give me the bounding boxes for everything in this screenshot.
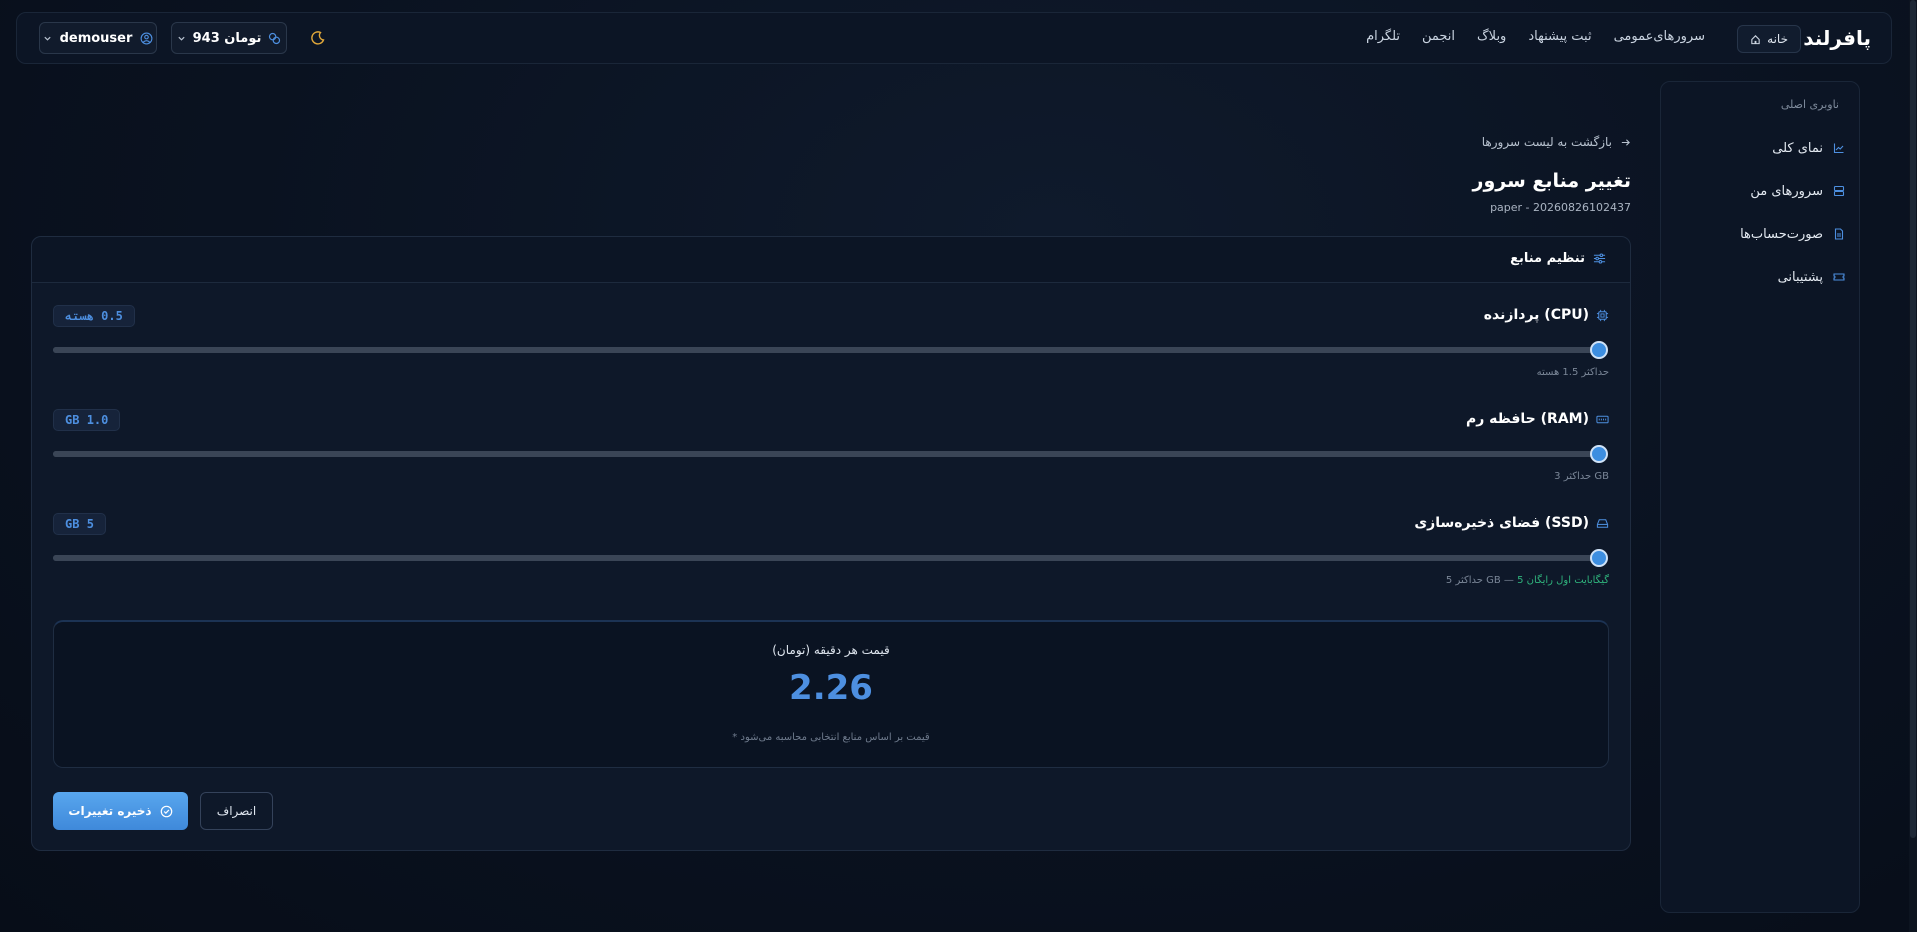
ssd-label: فضای ذخیره‌سازی (SSD) [1414, 515, 1609, 531]
back-link-label: بازگشت به لیست سرورها [1481, 135, 1612, 149]
sidebar-item-support[interactable]: پشتیبانی [1778, 266, 1845, 288]
home-icon [1750, 34, 1761, 45]
chart-line-icon [1833, 142, 1845, 154]
cancel-button[interactable]: انصراف [200, 792, 273, 830]
memory-icon [1596, 413, 1609, 426]
sidebar: ناوبری اصلی نمای کلی سرورهای من صورت‌حسا… [1660, 81, 1860, 913]
price-note: * قیمت بر اساس منابع انتخابی محاسبه می‌ش… [732, 732, 930, 743]
price-value: 2.26 [789, 668, 873, 708]
nav-forum[interactable]: انجمن [1422, 29, 1455, 44]
ram-slider-thumb[interactable] [1590, 445, 1608, 463]
ram-max-hint: حداکثر 3 GB [1554, 471, 1609, 482]
moon-icon[interactable] [310, 30, 328, 48]
slider-fill [53, 555, 1599, 561]
sidebar-item-label: پشتیبانی [1777, 269, 1823, 285]
ram-label: حافظه رم (RAM) [1466, 411, 1609, 427]
card-title-text: تنظیم منابع [1510, 251, 1585, 266]
slider-fill [53, 347, 1599, 353]
ram-value-badge: 1.0 GB [53, 409, 121, 431]
top-header: پافرلند خانه سرورهای‌عمومی ثبت پیشنهاد و… [16, 12, 1892, 64]
cpu-value-badge: 0.5 هسته [53, 305, 135, 327]
home-label: خانه [1767, 32, 1788, 46]
resources-card: تنظیم منابع پردازنده (CPU) 0.5 هسته حداک… [31, 236, 1631, 851]
storage-icon [1596, 517, 1609, 530]
document-icon [1833, 228, 1845, 240]
back-to-servers-link[interactable]: بازگشت به لیست سرورها [1482, 135, 1631, 149]
sidebar-item-label: صورت‌حساب‌ها [1740, 226, 1823, 242]
ssd-slider-thumb[interactable] [1590, 549, 1608, 567]
top-nav: سرورهای‌عمومی ثبت پیشنهاد وبلاگ انجمن تل… [1366, 29, 1705, 44]
page-scrollbar-thumb[interactable] [1910, 0, 1916, 838]
cpu-label: پردازنده (CPU) [1484, 307, 1609, 323]
ssd-max-hint: حداکثر 5 GB — 5 گیگابایت اول رایگان [1446, 575, 1609, 586]
ssd-max-text: حداکثر 5 GB — [1445, 575, 1518, 586]
ssd-slider[interactable] [53, 549, 1608, 567]
cpu-max-hint: حداکثر 1.5 هسته [1536, 367, 1609, 378]
arrow-right-icon [1620, 137, 1631, 148]
sliders-icon [1593, 252, 1606, 265]
sidebar-item-invoices[interactable]: صورت‌حساب‌ها [1740, 223, 1845, 245]
sidebar-title: ناوبری اصلی [1780, 98, 1839, 111]
card-title: تنظیم منابع [1510, 251, 1606, 266]
ram-slider[interactable] [53, 445, 1608, 463]
server-icon [1833, 185, 1845, 197]
cpu-slider[interactable] [53, 341, 1608, 359]
nav-submit-suggestion[interactable]: ثبت پیشنهاد [1528, 29, 1591, 44]
home-button[interactable]: خانه [1737, 25, 1801, 53]
cpu-slider-thumb[interactable] [1590, 341, 1608, 359]
ram-label-text: حافظه رم (RAM) [1465, 411, 1589, 427]
save-label: ذخیره تغییرات [68, 804, 152, 818]
price-panel: قیمت هر دقیقه (تومان) 2.26 * قیمت بر اسا… [53, 620, 1609, 768]
credit-dropdown[interactable]: 943 تومان [171, 22, 287, 54]
price-label: قیمت هر دقیقه (تومان) [772, 643, 890, 657]
sidebar-item-overview[interactable]: نمای کلی [1772, 137, 1845, 159]
server-identifier: paper - 20260826102437 [1490, 201, 1631, 214]
cpu-icon [1596, 309, 1609, 322]
free-storage-note: 5 گیگابایت اول رایگان [1517, 575, 1609, 586]
site-logo[interactable]: پافرلند [1803, 26, 1871, 50]
slider-fill [53, 451, 1599, 457]
sidebar-item-label: سرورهای من [1750, 183, 1823, 199]
credit-amount: 943 تومان [192, 30, 262, 46]
check-circle-icon [160, 805, 173, 818]
nav-public-servers[interactable]: سرورهای‌عمومی [1614, 29, 1705, 44]
save-changes-button[interactable]: ذخیره تغییرات [53, 792, 188, 830]
ticket-icon [1833, 271, 1845, 283]
card-header: تنظیم منابع [32, 237, 1630, 283]
user-circle-icon [140, 32, 153, 45]
coins-icon [268, 32, 281, 45]
cpu-label-text: پردازنده (CPU) [1483, 307, 1589, 323]
user-menu-button[interactable]: demouser [39, 22, 157, 54]
chevron-down-icon [177, 34, 186, 43]
page-title: تغییر منابع سرور [1472, 170, 1631, 192]
nav-telegram[interactable]: تلگرام [1366, 29, 1400, 44]
nav-blog[interactable]: وبلاگ [1477, 29, 1506, 44]
sidebar-item-label: نمای کلی [1772, 140, 1823, 156]
username: demouser [59, 30, 133, 46]
ssd-label-text: فضای ذخیره‌سازی (SSD) [1414, 515, 1589, 531]
ssd-value-badge: 5 GB [53, 513, 106, 535]
chevron-down-icon [43, 34, 52, 43]
sidebar-item-my-servers[interactable]: سرورهای من [1750, 180, 1845, 202]
